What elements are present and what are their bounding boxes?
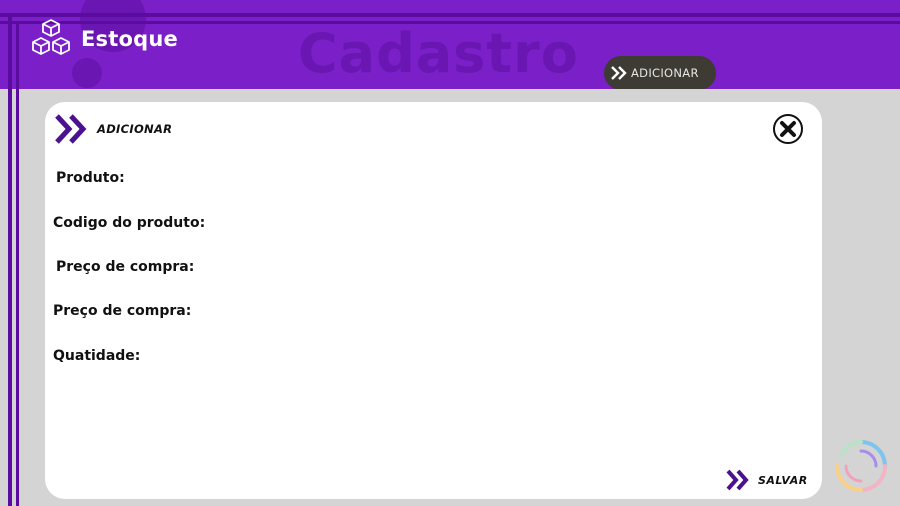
add-button-label: ADICIONAR [631,66,699,80]
double-chevron-right-icon [611,66,627,80]
frame-line [16,21,19,506]
decorative-circle [72,58,102,88]
double-chevron-right-icon [55,114,87,144]
app-logo-text: Estoque [81,27,178,51]
field-label-preco-compra-2: Preço de compra: [53,303,192,319]
field-label-produto: Produto: [56,170,125,186]
boxes-icon [32,19,70,55]
modal-title: ADICIONAR [97,122,173,136]
header-divider-line [0,13,900,17]
add-button[interactable]: ADICIONAR [604,56,716,89]
loading-spinner-icon [835,440,887,492]
field-label-codigo: Codigo do produto: [53,215,206,231]
page-title: Cadastro [298,22,579,85]
save-button[interactable]: SALVAR [726,468,808,492]
top-header: Estoque Cadastro ADICIONAR [0,0,900,89]
field-label-preco-compra: Preço de compra: [56,259,195,275]
field-label-quantidade: Quatidade: [53,348,141,364]
frame-line [8,13,12,506]
save-button-label: SALVAR [758,473,808,487]
add-product-modal: ADICIONAR Produto: Codigo do produto: Pr… [45,102,822,499]
double-chevron-right-icon [726,469,749,491]
close-icon[interactable] [772,113,804,145]
